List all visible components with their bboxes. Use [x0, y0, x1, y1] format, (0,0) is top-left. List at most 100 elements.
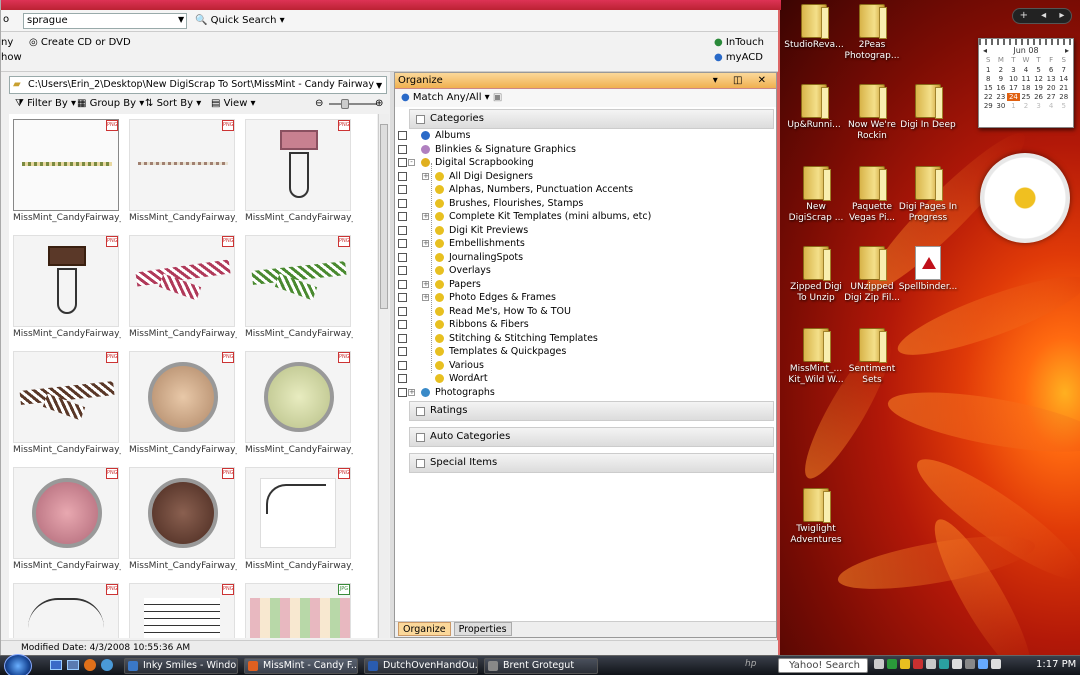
category-item[interactable]: + Photographs: [397, 386, 776, 400]
category-checkbox[interactable]: [398, 333, 407, 343]
quick-search-button[interactable]: 🔍 Quick Search ▾: [195, 14, 285, 28]
zoom-out-icon[interactable]: ⊖: [315, 97, 323, 111]
taskbar-button[interactable]: MissMint - Candy F...: [244, 658, 358, 674]
category-checkbox[interactable]: [398, 266, 407, 275]
calendar-date[interactable]: 19: [1032, 84, 1045, 92]
category-item[interactable]: Read Me's, How To & TOU: [397, 305, 776, 319]
calendar-date[interactable]: 26: [1032, 93, 1045, 101]
category-item[interactable]: Stitching & Stitching Templates: [397, 332, 776, 346]
thumbnail-item[interactable]: PNG MissMint_CandyFairway_...: [11, 116, 121, 228]
match-any-all-button[interactable]: ● Match Any/All ▾ ▣: [395, 89, 776, 107]
gadget-sidebar-controls[interactable]: + ◂ ▸: [1012, 8, 1072, 24]
pane-controls[interactable]: ▾ ◫ ✕: [713, 73, 772, 88]
desktop-icon[interactable]: Now We're Rockin: [842, 84, 902, 142]
folder-path-field[interactable]: C:\Users\Erin_2\Desktop\New DigiScrap To…: [9, 76, 387, 94]
messenger-icon[interactable]: [887, 659, 897, 669]
calendar-date[interactable]: 30: [995, 102, 1008, 110]
desktop-icon[interactable]: Zipped Digi To Unzip: [786, 246, 846, 304]
category-checkbox[interactable]: [398, 293, 407, 302]
calendar-date[interactable]: 4: [1045, 102, 1058, 110]
zoom-slider-thumb[interactable]: [341, 99, 349, 109]
special-items-section[interactable]: Special Items: [409, 453, 774, 473]
calendar-date[interactable]: 16: [995, 84, 1008, 92]
tray-app-icon[interactable]: [952, 659, 962, 669]
calendar-date[interactable]: 1: [1007, 102, 1020, 110]
category-checkbox[interactable]: [398, 198, 407, 208]
categories-section[interactable]: Categories: [409, 109, 774, 129]
view-button[interactable]: ▤ View ▾: [211, 97, 256, 111]
calendar-date[interactable]: 2: [995, 66, 1008, 74]
calendar-date[interactable]: 10: [1007, 75, 1020, 83]
tray-app-icon[interactable]: [900, 659, 910, 669]
calendar-date[interactable]: 21: [1057, 84, 1070, 92]
tray-app-icon[interactable]: [965, 659, 975, 669]
group-by-button[interactable]: ▦ Group By ▾: [77, 97, 144, 111]
category-checkbox[interactable]: [398, 360, 407, 370]
desktop-icon[interactable]: Digi Pages In Progress: [898, 166, 958, 224]
category-checkbox[interactable]: [398, 185, 407, 194]
thumbnail-item[interactable]: PNG MissMint_CandyFairway_...: [243, 116, 353, 228]
thumbnail-item[interactable]: PNG MissMint_CandyFairway_...: [127, 348, 237, 460]
calendar-date[interactable]: 9: [995, 75, 1008, 83]
toolbar-cut-label-1[interactable]: ny: [1, 36, 13, 50]
category-item[interactable]: - Digital Scrapbooking: [397, 156, 776, 170]
calendar-date[interactable]: 18: [1020, 84, 1033, 92]
thumbnail-item[interactable]: PNG MissMint_CandyFairway_...: [11, 232, 121, 344]
thumbnail-item[interactable]: PNG MissMint_CandyFairway_...: [11, 348, 121, 460]
category-item[interactable]: Blinkies & Signature Graphics: [397, 143, 776, 157]
desktop-icon[interactable]: New DigiScrap ...: [786, 166, 846, 224]
category-item[interactable]: Overlays: [397, 264, 776, 278]
thumbnail-item[interactable]: PNG MissMint_CandyFairway_...: [243, 348, 353, 460]
collapse-icon[interactable]: -: [408, 159, 415, 166]
ie-icon[interactable]: [101, 659, 113, 671]
zoom-slider[interactable]: [329, 103, 377, 105]
calendar-date[interactable]: 28: [1057, 93, 1070, 101]
desktop-icon[interactable]: Up&Runni...: [784, 84, 844, 131]
taskbar-button[interactable]: Inky Smiles - Windo...: [124, 658, 238, 674]
myacd-button[interactable]: ● myACD: [714, 51, 763, 65]
create-cd-button[interactable]: ◎ Create CD or DVD: [29, 36, 131, 50]
category-item[interactable]: Ribbons & Fibers: [397, 318, 776, 332]
tray-app-icon[interactable]: [939, 659, 949, 669]
yahoo-search-box[interactable]: Yahoo! Search: [778, 658, 868, 673]
thumbnail-item[interactable]: PNG: [11, 580, 121, 638]
category-checkbox[interactable]: [398, 239, 407, 248]
tab-properties[interactable]: Properties: [453, 622, 512, 636]
calendar-date[interactable]: 17: [1007, 84, 1020, 92]
expand-icon[interactable]: +: [422, 294, 429, 301]
thumbnail-item[interactable]: PNG MissMint_CandyFairway_...: [127, 116, 237, 228]
thumbnail-scrollbar[interactable]: [378, 114, 389, 638]
calendar-date[interactable]: 13: [1045, 75, 1058, 83]
thumbnail-item[interactable]: PNG MissMint_CandyFairway_...: [11, 464, 121, 576]
calendar-next-icon[interactable]: ▸: [1065, 46, 1069, 55]
thumbnail-item[interactable]: JPG: [243, 580, 353, 638]
show-desktop-icon[interactable]: [50, 660, 62, 670]
category-item[interactable]: Alphas, Numbers, Punctuation Accents: [397, 183, 776, 197]
category-item[interactable]: WordArt: [397, 372, 776, 386]
category-item[interactable]: + All Digi Designers: [397, 170, 776, 184]
calendar-date[interactable]: 8: [982, 75, 995, 83]
calendar-date[interactable]: 1: [982, 66, 995, 74]
calendar-date[interactable]: 24: [1007, 93, 1020, 101]
category-checkbox[interactable]: [398, 306, 407, 316]
calendar-date[interactable]: 11: [1020, 75, 1033, 83]
desktop-icon[interactable]: UNzipped Digi Zip Fil...: [842, 246, 902, 304]
search-icon[interactable]: [874, 659, 884, 669]
tray-app-icon[interactable]: [913, 659, 923, 669]
calendar-date[interactable]: 15: [982, 84, 995, 92]
category-checkbox[interactable]: [398, 131, 407, 140]
calendar-date[interactable]: 6: [1045, 66, 1058, 74]
category-checkbox[interactable]: [398, 347, 407, 356]
start-button[interactable]: [4, 654, 32, 675]
expand-icon[interactable]: +: [422, 213, 429, 220]
thumbnail-item[interactable]: PNG: [127, 580, 237, 638]
calendar-date[interactable]: 5: [1057, 102, 1070, 110]
desktop-icon[interactable]: StudioReva...: [784, 4, 844, 51]
filter-by-button[interactable]: ⧩ Filter By ▾: [15, 97, 76, 111]
volume-icon[interactable]: [991, 659, 1001, 669]
calendar-prev-icon[interactable]: ◂: [983, 46, 987, 55]
firefox-icon[interactable]: [84, 659, 96, 671]
category-item[interactable]: Templates & Quickpages: [397, 345, 776, 359]
category-checkbox[interactable]: [398, 387, 407, 397]
network-icon[interactable]: [978, 659, 988, 669]
